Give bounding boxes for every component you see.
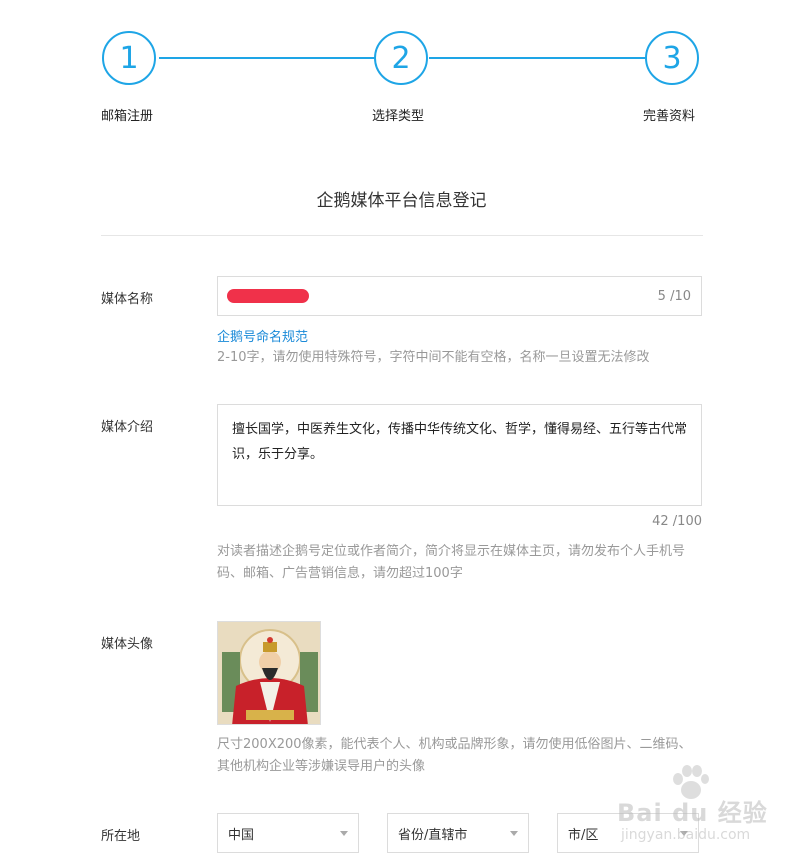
step-2-number: 2: [391, 40, 411, 76]
avatar-image[interactable]: [217, 621, 321, 725]
step-1-label: 邮箱注册: [101, 109, 154, 124]
chevron-down-icon: [510, 830, 518, 836]
step-1-circle: 1: [102, 31, 156, 85]
media-name-input[interactable]: 5 /10: [217, 276, 702, 316]
step-3-label: 完善资料: [643, 109, 696, 124]
media-intro-textarea[interactable]: 擅长国学，中医养生文化，传播中华传统文化、哲学，懂得易经、五行等古代常识，乐于分…: [217, 404, 702, 506]
media-name-hint: 2-10字，请勿使用特殊符号，字符中间不能有空格，名称一旦设置无法修改: [217, 350, 650, 365]
media-intro-counter: 42 /100: [652, 514, 702, 529]
step-3-number: 3: [662, 40, 682, 76]
step-1-number: 1: [119, 40, 139, 76]
step-2-circle: 2: [374, 31, 428, 85]
media-name-label: 媒体名称: [101, 292, 154, 307]
province-select[interactable]: 省份/直辖市: [387, 813, 529, 853]
country-value: 中国: [228, 827, 255, 843]
step-line-1: [159, 57, 375, 59]
media-name-counter: 5 /10: [657, 289, 691, 304]
redacted-name: [227, 289, 309, 303]
step-line-2: [429, 57, 645, 59]
city-value: 市/区: [568, 827, 599, 843]
step-2-label: 选择类型: [372, 109, 425, 124]
media-intro-label: 媒体介绍: [101, 420, 154, 435]
divider: [101, 235, 703, 236]
media-intro-hint: 对读者描述企鹅号定位或作者简介，简介将显示在媒体主页，请勿发布个人手机号码、邮箱…: [217, 544, 686, 581]
watermark-url: jingyan.baidu.com: [621, 827, 751, 843]
location-label: 所在地: [101, 829, 141, 844]
watermark-logo: Bai du 经验: [617, 799, 768, 827]
avatar-figure-icon: [218, 622, 320, 724]
country-select[interactable]: 中国: [217, 813, 359, 853]
chevron-down-icon: [340, 830, 348, 836]
page-title: 企鹅媒体平台信息登记: [316, 191, 487, 211]
media-avatar-label: 媒体头像: [101, 637, 154, 652]
province-value: 省份/直辖市: [398, 827, 468, 843]
baidu-jingyan-watermark: Bai du 经验 jingyan.baidu.com: [615, 765, 800, 855]
step-3-circle: 3: [645, 31, 699, 85]
naming-rules-link[interactable]: 企鹅号命名规范: [217, 326, 308, 345]
